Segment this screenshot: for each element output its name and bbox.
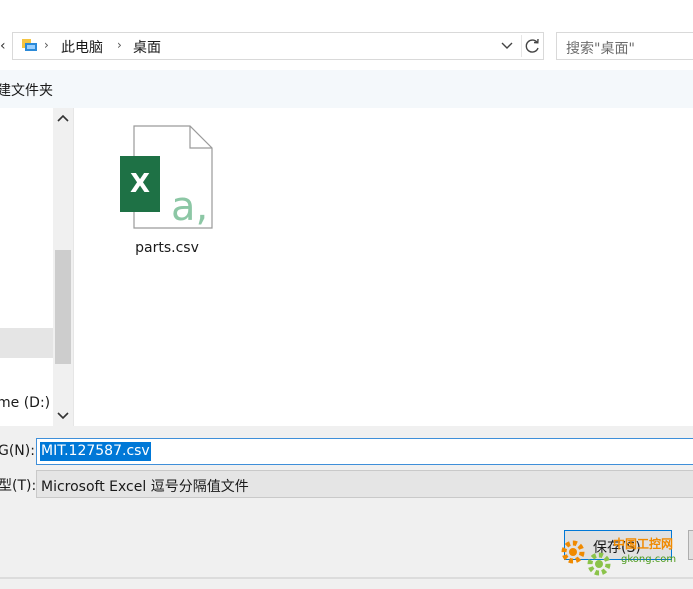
scroll-up-arrow-icon[interactable]: [55, 110, 71, 128]
back-chevron-icon[interactable]: ‹: [0, 34, 10, 58]
search-input[interactable]: 搜索"桌面": [556, 32, 693, 60]
cancel-button[interactable]: [688, 530, 693, 560]
filetype-dropdown[interactable]: Microsoft Excel 逗号分隔值文件: [36, 470, 693, 498]
file-list-view[interactable]: X a, parts.csv: [73, 108, 693, 426]
address-bar[interactable]: › 此电脑 › 桌面: [12, 32, 544, 60]
breadcrumb-separator-icon: ›: [117, 38, 122, 52]
filetype-label: 型(T):: [0, 478, 37, 494]
gear-logo-icon: [561, 540, 611, 576]
nav-item-selected[interactable]: [0, 328, 53, 358]
gkong-watermark: 中国工控网 gkong.com: [555, 532, 685, 580]
filename-value: MIT.127587.csv: [40, 442, 151, 461]
breadcrumb-this-pc[interactable]: 此电脑: [61, 37, 103, 57]
navigation-pane: [0, 108, 53, 426]
chevron-down-icon[interactable]: [499, 37, 515, 55]
file-name-label: parts.csv: [135, 240, 199, 256]
refresh-icon[interactable]: [521, 35, 544, 57]
watermark-url: gkong.com: [621, 554, 677, 565]
filename-input[interactable]: MIT.127587.csv: [36, 438, 693, 465]
scrollbar-thumb[interactable]: [55, 250, 71, 364]
this-pc-icon: [22, 39, 37, 51]
scroll-down-arrow-icon[interactable]: [55, 406, 71, 424]
excel-csv-file-icon: X a,: [120, 125, 213, 230]
file-item[interactable]: X a, parts.csv: [112, 122, 222, 262]
excel-badge-letter: X: [130, 169, 150, 199]
command-toolbar: 建文件夹: [0, 70, 693, 109]
nav-item-drive-d[interactable]: me (D:): [0, 395, 50, 411]
breadcrumb-desktop[interactable]: 桌面: [133, 37, 161, 57]
navigation-scrollbar[interactable]: [53, 108, 73, 426]
watermark-text: 中国工控网: [613, 537, 674, 551]
breadcrumb-separator-icon: ›: [44, 38, 49, 52]
new-folder-button[interactable]: 建文件夹: [0, 80, 53, 100]
search-placeholder: 搜索"桌面": [566, 41, 635, 57]
filetype-value: Microsoft Excel 逗号分隔值文件: [41, 479, 249, 495]
csv-icon-letter: a,: [171, 184, 208, 230]
filename-label: G(N):: [0, 443, 35, 459]
